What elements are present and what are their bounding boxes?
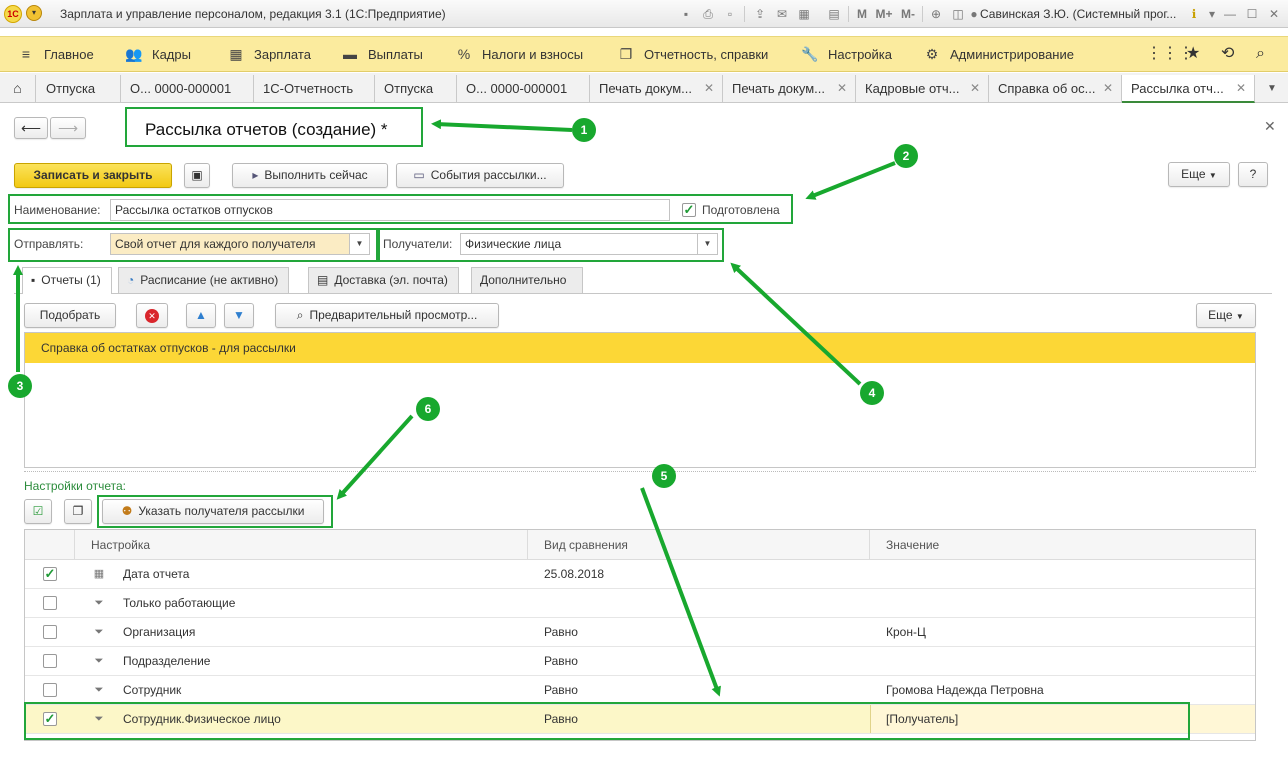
callout-badge: 3 — [8, 374, 32, 398]
arrow-2 — [805, 161, 896, 200]
callout-badge: 6 — [416, 397, 440, 421]
callout-badge: 4 — [860, 381, 884, 405]
callout-badge: 2 — [894, 144, 918, 168]
arrow-5 — [640, 487, 721, 697]
arrow-1 — [431, 119, 573, 132]
callout-badge: 1 — [572, 118, 596, 142]
callout-badge: 5 — [652, 464, 676, 488]
callout-arrows — [13, 119, 896, 697]
arrow-4 — [730, 262, 862, 386]
arrow-6 — [336, 414, 414, 500]
